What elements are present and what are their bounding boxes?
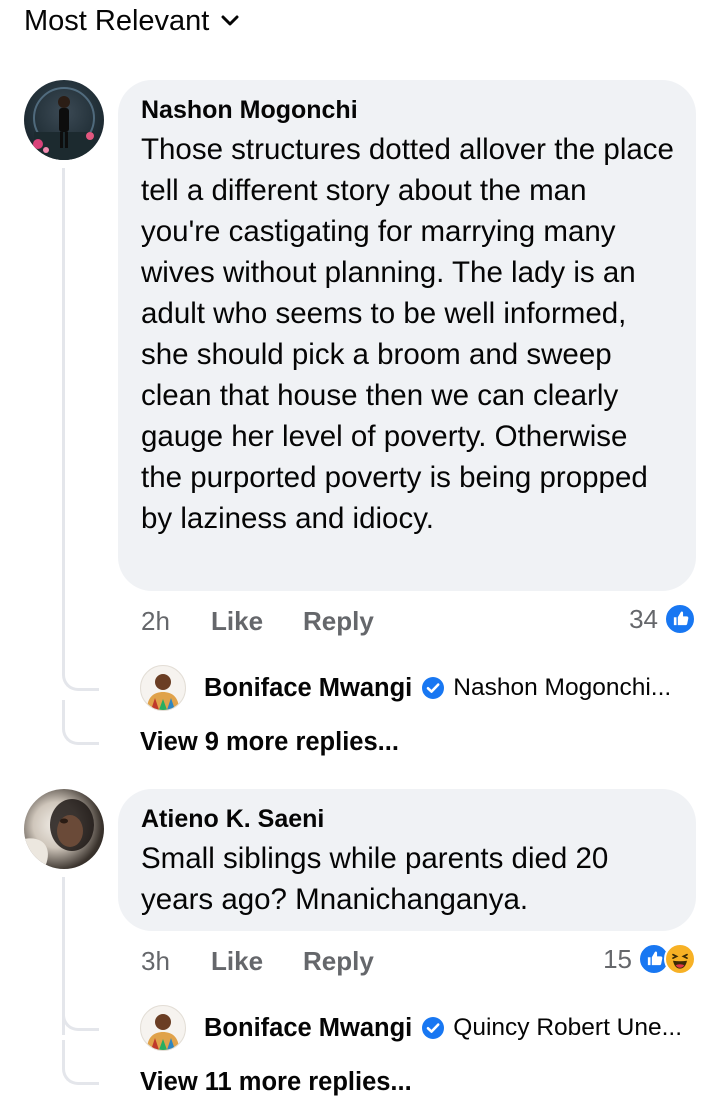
- like-button[interactable]: Like: [211, 946, 303, 977]
- view-more-replies[interactable]: View 11 more replies...: [140, 1068, 412, 1097]
- reaction-count: 15: [603, 943, 632, 974]
- sort-label: Most Relevant: [24, 4, 210, 37]
- thread-branch: [62, 658, 99, 691]
- comment-text: Those structures dotted allover the plac…: [141, 133, 674, 535]
- reaction-summary[interactable]: 15: [603, 941, 696, 977]
- avatar[interactable]: [140, 1005, 186, 1051]
- thread-branch: [62, 998, 99, 1031]
- reaction-count: 34: [629, 603, 658, 634]
- comment-actions: 2h Like Reply: [141, 604, 374, 638]
- person-photo-icon: [147, 674, 179, 710]
- avatar[interactable]: [24, 80, 104, 160]
- verified-badge-icon: [422, 677, 445, 699]
- like-button[interactable]: Like: [211, 606, 303, 637]
- reply-author[interactable]: Boniface Mwangi: [204, 1014, 412, 1043]
- like-icon: [664, 603, 696, 635]
- view-more-replies[interactable]: View 9 more replies...: [140, 728, 399, 757]
- verified-badge-icon: [422, 1017, 445, 1039]
- reply-button[interactable]: Reply: [303, 946, 374, 977]
- chevron-down-icon: [221, 15, 239, 26]
- comment-text: Small siblings while parents died 20 yea…: [141, 842, 609, 916]
- reply-preview-text: Nashon Mogonchi...: [453, 674, 672, 701]
- person-photo-icon: [33, 87, 95, 160]
- reply-preview-row[interactable]: Boniface Mwangi Nashon Mogonchi...: [140, 664, 671, 712]
- thread-line: [62, 168, 65, 672]
- comment-actions: 3h Like Reply: [141, 944, 374, 978]
- comment-author[interactable]: Atieno K. Saeni: [141, 805, 674, 834]
- comment-bubble[interactable]: Atieno K. Saeni Small siblings while par…: [118, 789, 696, 931]
- thread-branch: [62, 1040, 99, 1085]
- comment-author[interactable]: Nashon Mogonchi: [141, 96, 674, 125]
- thread-branch: [62, 700, 99, 745]
- haha-icon: [664, 943, 696, 975]
- comment-timestamp[interactable]: 2h: [141, 606, 211, 637]
- person-photo-icon: [147, 1014, 179, 1050]
- reply-preview-text: Quincy Robert Une...: [453, 1014, 683, 1041]
- avatar[interactable]: [140, 665, 186, 711]
- reply-preview-row[interactable]: Boniface Mwangi Quincy Robert Une...: [140, 1004, 682, 1052]
- avatar[interactable]: [24, 789, 104, 869]
- reply-button[interactable]: Reply: [303, 606, 374, 637]
- person-photo-icon: [24, 799, 94, 869]
- comment-bubble[interactable]: Nashon Mogonchi Those structures dotted …: [118, 80, 696, 591]
- sort-dropdown[interactable]: Most Relevant: [24, 2, 239, 40]
- comment-timestamp[interactable]: 3h: [141, 946, 211, 977]
- reaction-summary[interactable]: 34: [629, 601, 696, 637]
- reply-author[interactable]: Boniface Mwangi: [204, 674, 412, 703]
